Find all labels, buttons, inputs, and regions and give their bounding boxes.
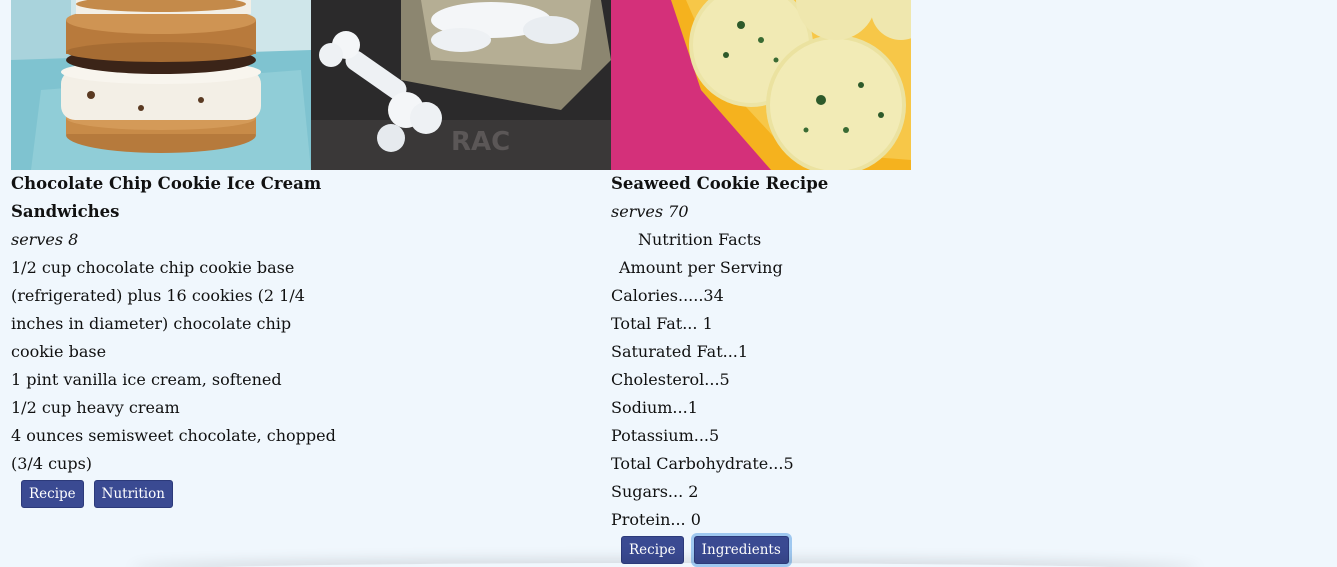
ingredient-line: 4 ounces semisweet chocolate, chopped — [11, 426, 336, 445]
serves-text: serves 70 — [611, 202, 689, 221]
nutrition-line: Sugars... 2 — [611, 482, 699, 501]
recipe-button[interactable]: Recipe — [21, 480, 84, 508]
ingredient-line: 1/2 cup chocolate chip cookie base — [11, 258, 295, 277]
recipe-title: Chocolate Chip Cookie Ice Cream Sandwich… — [11, 170, 322, 226]
title-line: Seaweed Cookie Recipe — [611, 174, 829, 193]
seaweed-cookie-image[interactable] — [611, 0, 911, 170]
nutrition-subheading: Amount per Serving — [619, 258, 783, 277]
ingredient-line: 1 pint vanilla ice cream, softened — [11, 370, 282, 389]
recipe-title: Seaweed Cookie Recipe — [611, 170, 911, 198]
recipe-page: RAC Chocolate Chip Cookie Ice Cream Sand… — [0, 0, 1337, 567]
title-line: Sandwiches — [11, 202, 120, 221]
nutrition-button[interactable]: Nutrition — [93, 480, 173, 508]
ingredient-line: cookie base — [11, 342, 107, 361]
nutrition-line: Total Fat... 1 — [611, 314, 713, 333]
serves-text: serves 8 — [11, 230, 79, 249]
ingredient-line: inches in diameter) chocolate chip — [11, 314, 292, 333]
recipe-button[interactable]: Recipe — [621, 536, 684, 564]
nutrition-line: Total Carbohydrate...5 — [611, 454, 794, 473]
ingredient-line: (refrigerated) plus 16 cookies (2 1/4 — [11, 286, 305, 305]
ice-cream-sandwich-image[interactable] — [11, 0, 311, 170]
nutrition-line: Protein... 0 — [611, 510, 701, 529]
nutrition-line: Cholesterol...5 — [611, 370, 730, 389]
nutrition-line: Calories.....34 — [611, 286, 724, 305]
card-actions: Recipe Ingredients — [611, 534, 911, 566]
nutrition-heading: Nutrition Facts — [638, 230, 762, 249]
svg-text:RAC: RAC — [451, 127, 510, 157]
nutrition-line: Sodium...1 — [611, 398, 698, 417]
title-line: Chocolate Chip Cookie Ice Cream — [11, 174, 322, 193]
ingredient-line: 1/2 cup heavy cream — [11, 398, 180, 417]
nutrition-line: Saturated Fat...1 — [611, 342, 749, 361]
recipe-card-seaweed: Seaweed Cookie Recipe serves 70 Nutritio… — [611, 170, 911, 566]
meringue-bones-image[interactable]: RAC — [311, 0, 611, 170]
card-actions: Recipe Nutrition — [11, 478, 311, 510]
ingredients-list: 1/2 cup chocolate chip cookie base (refr… — [11, 254, 336, 478]
ingredients-button[interactable]: Ingredients — [693, 536, 789, 564]
ingredient-line: (3/4 cups) — [11, 454, 93, 473]
nutrition-facts: Nutrition Facts Amount per Serving Calor… — [611, 226, 911, 534]
recipe-card-chocolate-chip: Chocolate Chip Cookie Ice Cream Sandwich… — [11, 170, 336, 510]
nutrition-line: Potassium...5 — [611, 426, 720, 445]
footer-shadow — [130, 563, 1200, 567]
